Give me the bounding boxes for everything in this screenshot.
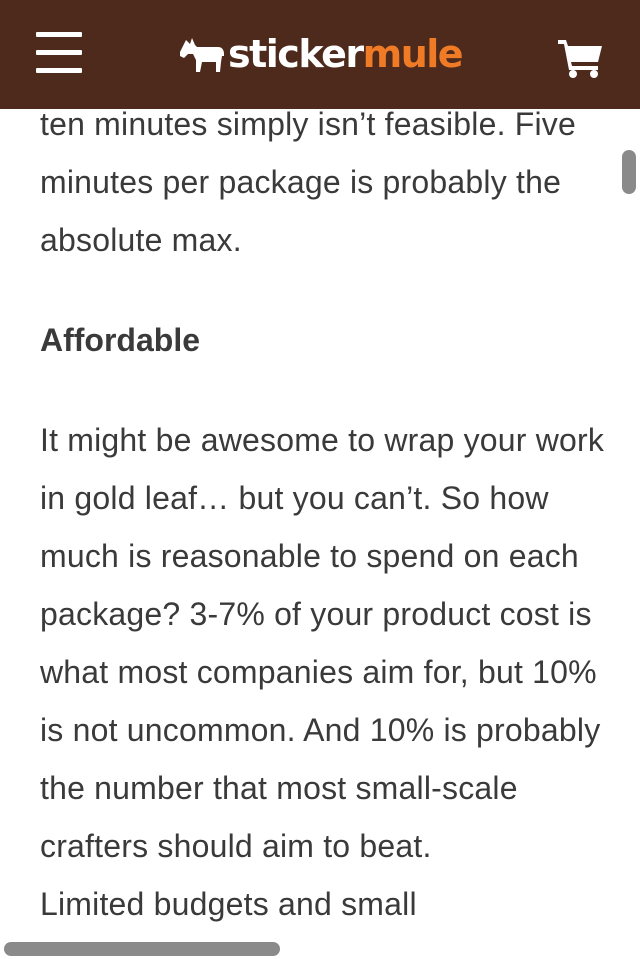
horizontal-scrollbar[interactable] (4, 942, 280, 956)
hamburger-menu-icon[interactable] (36, 32, 82, 74)
article-paragraph-partial: Limited budgets and small (40, 886, 417, 922)
article-paragraph: It might be awesome to wrap your work in… (40, 422, 605, 864)
brand-wordmark-sticker: sticker (228, 32, 364, 76)
article-body: ten minutes simply isn’t feasible. Five … (40, 95, 610, 933)
brand-wordmark: stickermule (228, 26, 464, 82)
mule-logo-icon (180, 38, 224, 72)
section-heading-affordable: Affordable (40, 322, 200, 358)
page: stickermule ten minutes simply isn’t fea… (0, 0, 640, 959)
brand-wordmark-mule: mule (362, 32, 464, 76)
brand-logo-link[interactable]: stickermule (178, 26, 464, 82)
shopping-cart-icon[interactable] (556, 36, 604, 78)
vertical-scrollbar[interactable] (622, 150, 636, 194)
article-paragraph: ten minutes simply isn’t feasible. Five … (40, 106, 577, 258)
top-navigation-bar: stickermule (0, 0, 640, 109)
